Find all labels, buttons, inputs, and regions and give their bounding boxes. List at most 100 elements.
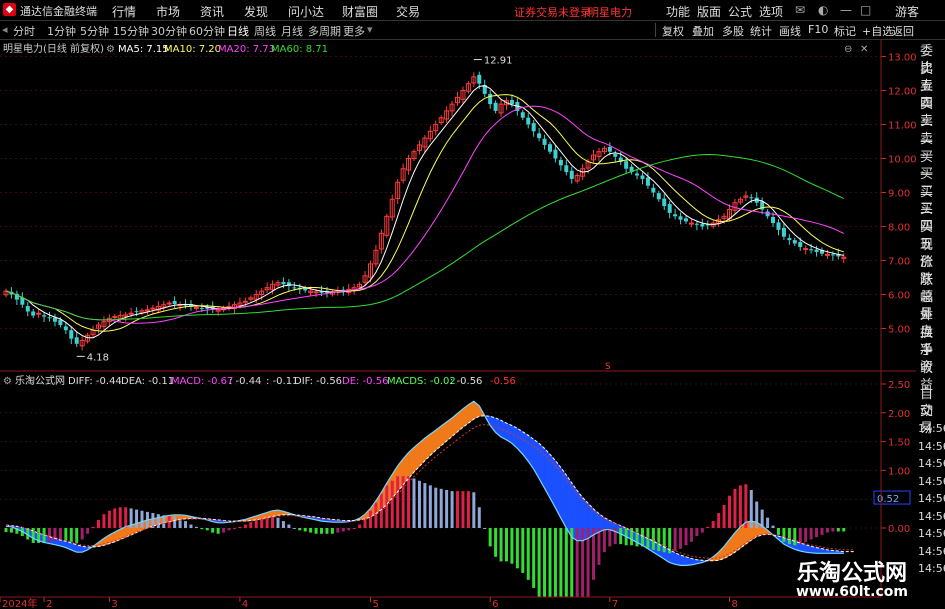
macd-band	[680, 554, 687, 566]
macd-band	[538, 442, 545, 490]
candle-body-up	[688, 222, 694, 225]
multi-stock-button[interactable]: 多股	[722, 23, 744, 39]
candle-body-down	[25, 306, 30, 312]
macd-bar	[9, 528, 13, 533]
candle-body-down	[635, 173, 640, 176]
macd-bar	[766, 517, 770, 528]
overlay-button[interactable]: 叠加	[692, 23, 714, 39]
macd-bar	[309, 528, 313, 533]
func-button[interactable]: 功能	[666, 3, 690, 20]
date-tick-label: 3	[111, 599, 117, 609]
candle-body-down	[809, 249, 814, 251]
macd-bar	[793, 528, 797, 546]
tab-weekly[interactable]: 周线	[254, 23, 276, 39]
zoom-out-icon[interactable]: ⊖	[844, 44, 852, 55]
candle-body-up	[803, 248, 809, 251]
quote-sidebar: 委比 卖五 卖四 卖三 卖二 卖一 买一 买二 买三 买四 买五 现价 涨跌 涨幅 总量 外盘 换手 净资 收益	[916, 40, 945, 393]
tab-30min[interactable]: 30分钟	[151, 23, 187, 39]
tab-1min[interactable]: 1分钟	[47, 23, 76, 39]
macd-bar	[689, 528, 693, 542]
macd-bar	[184, 521, 188, 528]
marker-s: S	[605, 362, 611, 372]
tab-5min[interactable]: 5分钟	[80, 23, 109, 39]
main-price-panel: 12.91 4.18	[3, 56, 847, 363]
menu-jiaoyi[interactable]: 交易	[396, 3, 420, 20]
candle-body-down	[553, 149, 558, 159]
macd-bar	[336, 528, 340, 533]
macd-bar	[532, 528, 536, 588]
menu-zixun[interactable]: 资讯	[200, 3, 224, 20]
guest-user[interactable]: 游客	[895, 3, 919, 20]
maximize-icon[interactable]: □	[860, 3, 871, 17]
macd-bar	[499, 528, 503, 562]
back-button[interactable]: 返回	[892, 23, 914, 39]
macd-bar	[820, 528, 824, 535]
candle-body-down	[640, 175, 645, 179]
macd-bar	[510, 528, 514, 564]
draw-line-button[interactable]: 画线	[779, 23, 801, 39]
tab-monthly[interactable]: 月线	[281, 23, 303, 39]
macd-bar	[298, 528, 302, 531]
layout-button[interactable]: 版面	[697, 3, 721, 20]
tab-15min[interactable]: 15分钟	[113, 23, 149, 39]
macd-bar	[776, 528, 780, 535]
menu-caifuquan[interactable]: 财富圈	[342, 3, 378, 20]
kline-chart[interactable]: 12.91 4.18 13.00 12.00 11.00 10.00 9.00 8.00 7.…	[0, 40, 916, 609]
macd-bar	[227, 528, 231, 531]
trade-login-notice[interactable]: 证券交易未登录	[514, 4, 591, 20]
macd-bar	[804, 528, 808, 542]
menu-hangqing[interactable]: 行情	[112, 3, 136, 20]
macd-bar	[722, 504, 726, 528]
macd-bar	[657, 528, 661, 552]
tab-60min[interactable]: 60分钟	[189, 23, 225, 39]
candle-body-down	[613, 153, 618, 157]
tab-multi-period[interactable]: 多周期	[308, 23, 341, 39]
macd-bar	[200, 528, 204, 530]
formula-button[interactable]: 公式	[728, 3, 752, 20]
tab-more[interactable]: 更多	[343, 23, 365, 39]
candle-body-down	[74, 337, 79, 344]
candle-body-down	[798, 242, 803, 247]
candle-body-down	[134, 311, 139, 313]
tab-left-arrow-icon[interactable]: ◂	[2, 23, 8, 36]
minimize-icon[interactable]: —	[840, 3, 852, 17]
indicator-name: 乐淘公式网	[15, 374, 65, 387]
macd-bar	[728, 495, 732, 528]
date-tick-label: 4	[242, 599, 248, 609]
macd-bar	[423, 483, 427, 528]
tab-fenshi[interactable]: 分时	[13, 23, 35, 39]
adjust-button[interactable]: 复权	[662, 23, 684, 39]
indicator-legend-item: -0.56	[490, 376, 516, 387]
watermark-url-wrap: www.60lt.com	[790, 584, 914, 600]
macd-bar	[194, 526, 198, 528]
mark-button[interactable]: 标记	[834, 23, 856, 39]
settings-gear-icon[interactable]: ⚙	[106, 44, 115, 55]
candle-body-down	[47, 317, 52, 319]
stats-button[interactable]: 统计	[750, 23, 772, 39]
tab-daily[interactable]: 日线	[227, 23, 249, 39]
price-tick-label: 12.00	[888, 87, 916, 98]
macd-bar	[91, 526, 95, 528]
macd-bar	[461, 491, 465, 528]
theme-icon[interactable]: ◐	[818, 3, 828, 17]
candle-body-down	[781, 227, 786, 237]
menu-shichang[interactable]: 市场	[156, 3, 180, 20]
macd-bar	[842, 528, 846, 532]
macd-band	[527, 434, 534, 471]
mail-icon[interactable]: ✉	[795, 3, 805, 17]
add-watchlist-button[interactable]: +自选	[862, 23, 893, 39]
candle-body-down	[662, 198, 667, 207]
f10-button[interactable]: F10	[808, 23, 828, 36]
macd-bar	[836, 528, 840, 532]
macd-bar	[428, 485, 432, 528]
macd-bar	[113, 508, 117, 528]
menu-wenxiaoda[interactable]: 问小达	[288, 3, 324, 20]
annotation-label: 4.18	[87, 352, 109, 363]
more-chevron-icon[interactable]: ▾	[367, 23, 373, 36]
macd-bar	[211, 528, 215, 533]
sub-settings-gear-icon[interactable]: ⚙	[3, 376, 12, 387]
menu-faxian[interactable]: 发现	[244, 3, 268, 20]
close-panel-icon[interactable]: ✕	[860, 44, 868, 55]
options-button[interactable]: 选项	[759, 3, 783, 20]
ma10-label: MA10: 7.20	[164, 44, 221, 55]
